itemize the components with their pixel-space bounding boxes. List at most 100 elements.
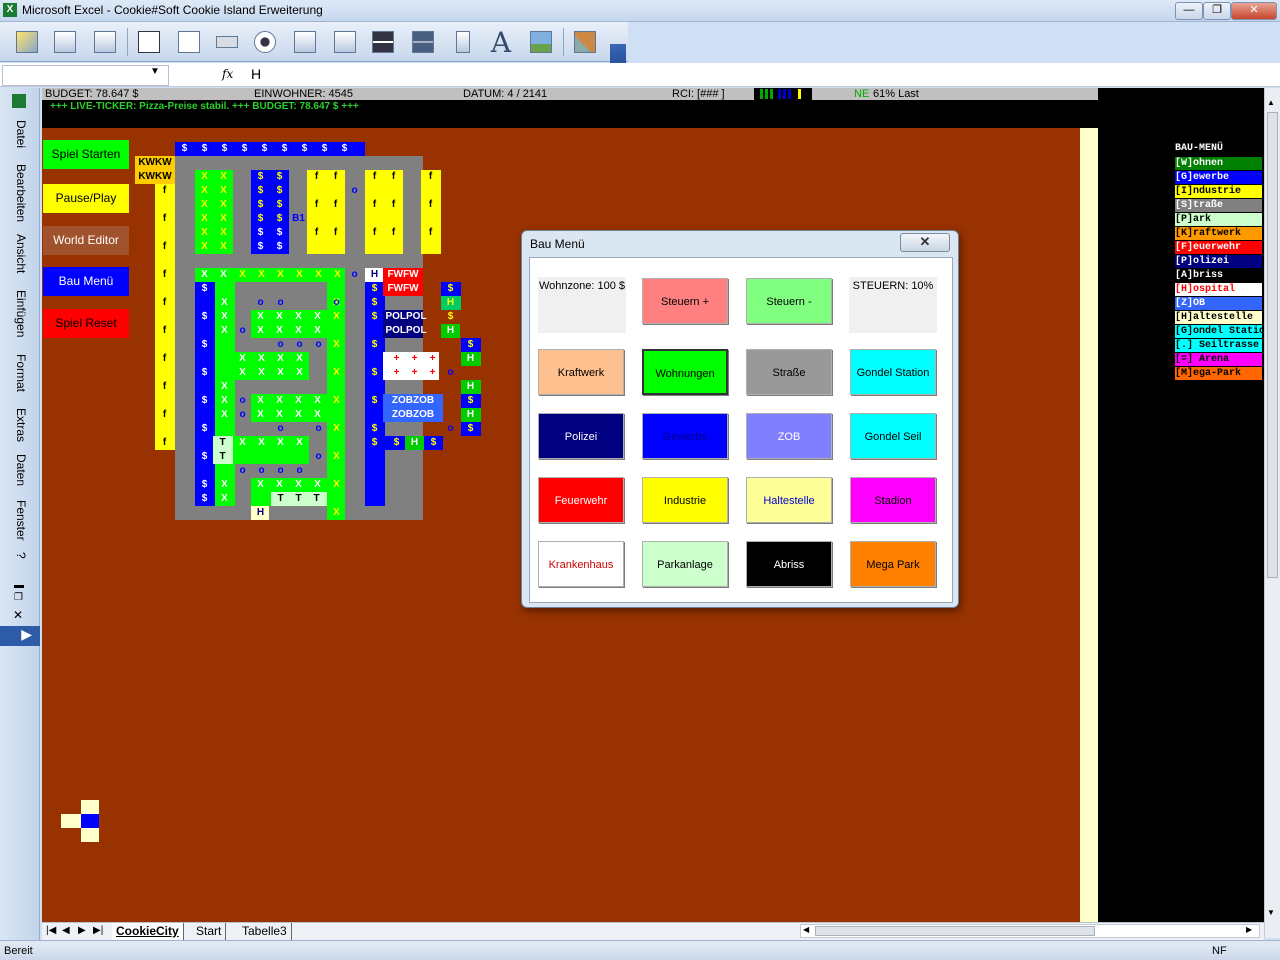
- kraftwerk-button[interactable]: Kraftwerk: [538, 349, 624, 395]
- spiel-reset-button[interactable]: Spiel Reset: [43, 309, 129, 338]
- steuern-minus-button[interactable]: Steuern -: [746, 278, 832, 324]
- field-icon: X: [276, 479, 283, 490]
- checkbox-control-icon[interactable]: [134, 26, 164, 58]
- image-control-icon[interactable]: [526, 26, 556, 58]
- doc-restore-icon[interactable]: ❐: [14, 592, 23, 603]
- last-sheet-icon[interactable]: ▶|: [93, 925, 103, 936]
- stop-icon: o: [315, 451, 322, 462]
- name-box-dropdown-icon[interactable]: ▼: [150, 66, 160, 77]
- menu-help[interactable]: ?: [10, 552, 28, 559]
- option-button-control-icon[interactable]: [250, 26, 280, 58]
- gewerbe-button[interactable]: Gewerbe: [642, 413, 728, 459]
- bau-menu-button[interactable]: Bau Menü: [43, 267, 129, 296]
- bau-list-gewerbe[interactable]: [G]ewerbe: [1175, 171, 1262, 184]
- krankenhaus-button[interactable]: Krankenhaus: [538, 541, 624, 587]
- money-icon: $: [257, 213, 264, 224]
- spin-button-control-icon[interactable]: [408, 26, 438, 58]
- scroll-down-icon[interactable]: ▼: [1267, 908, 1278, 917]
- stop-icon: o: [239, 325, 246, 336]
- parkanlage-button[interactable]: Parkanlage: [642, 541, 728, 587]
- insert-function-icon[interactable]: fx: [222, 67, 233, 81]
- more-controls-icon[interactable]: [570, 26, 600, 58]
- name-box[interactable]: [2, 65, 169, 86]
- stop-icon: o: [277, 465, 284, 476]
- restore-button[interactable]: ❐: [1203, 2, 1231, 20]
- scroll-left-icon[interactable]: ◀: [803, 925, 809, 934]
- bau-list-mega-park[interactable]: [M]ega-Park: [1175, 367, 1262, 380]
- spiel-starten-button[interactable]: Spiel Starten: [43, 140, 129, 169]
- toolbar-chevron-icon[interactable]: ▶: [0, 626, 40, 646]
- pause-play-button[interactable]: Pause/Play: [43, 184, 129, 213]
- scrollbar-thumb[interactable]: [1267, 112, 1278, 578]
- listbox-control-icon[interactable]: [290, 26, 320, 58]
- combobox-control-icon[interactable]: [330, 26, 360, 58]
- minimize-button[interactable]: —: [1175, 2, 1203, 20]
- bau-list-industrie[interactable]: [I]ndustrie: [1175, 185, 1262, 198]
- toggle-button-control-icon[interactable]: [368, 26, 398, 58]
- menu-extras[interactable]: Extras: [10, 408, 28, 442]
- bau-list-arena[interactable]: [=] Arena: [1175, 353, 1262, 366]
- abriss-button[interactable]: Abriss: [746, 541, 832, 587]
- bau-list-feuerwehr[interactable]: [F]euerwehr: [1175, 241, 1262, 254]
- scrollbar-control-icon[interactable]: [448, 26, 478, 58]
- bau-list-abriss[interactable]: [A]briss: [1175, 269, 1262, 282]
- zob-button[interactable]: ZOB: [746, 413, 832, 459]
- menu-format[interactable]: Format: [10, 354, 28, 392]
- factory-icon: f: [391, 227, 396, 238]
- doc-close-icon[interactable]: ✕: [13, 608, 23, 622]
- bau-list-park[interactable]: [P]ark: [1175, 213, 1262, 226]
- gondel-station-button[interactable]: Gondel Station: [850, 349, 936, 395]
- menu-ansicht[interactable]: Ansicht: [10, 234, 28, 273]
- horizontal-scrollbar[interactable]: ◀ ▶: [800, 924, 1260, 938]
- bau-list-kraftwerk[interactable]: [K]raftwerk: [1175, 227, 1262, 240]
- vertical-scrollbar[interactable]: ▲ ▼: [1264, 88, 1280, 938]
- gondel-seil-button[interactable]: Gondel Seil: [850, 413, 936, 459]
- label-control-icon[interactable]: A: [486, 26, 516, 59]
- menu-bearbeiten[interactable]: Bearbeiten: [10, 164, 28, 222]
- bau-list-polizei[interactable]: [P]olizei: [1175, 255, 1262, 268]
- feuerwehr-button[interactable]: Feuerwehr: [538, 477, 624, 523]
- wohnungen-button[interactable]: Wohnungen: [642, 349, 728, 395]
- bau-list-strasse[interactable]: [S]traße: [1175, 199, 1262, 212]
- bau-list-wohnen[interactable]: [W]ohnen: [1175, 157, 1262, 170]
- prev-sheet-icon[interactable]: ◀: [62, 925, 70, 936]
- first-sheet-icon[interactable]: |◀: [46, 925, 56, 936]
- bau-list-gondel-station[interactable]: [G]ondel Station: [1175, 325, 1262, 338]
- stadion-button[interactable]: Stadion: [850, 477, 936, 523]
- scroll-up-icon[interactable]: ▲: [1267, 98, 1278, 107]
- view-code-icon[interactable]: [90, 26, 120, 58]
- design-mode-icon[interactable]: [12, 26, 42, 58]
- menu-fenster[interactable]: Fenster: [10, 500, 28, 541]
- tab-tabelle3[interactable]: Tabelle3: [238, 923, 292, 940]
- tab-start[interactable]: Start: [192, 923, 227, 940]
- hscroll-thumb[interactable]: [815, 926, 1095, 936]
- bau-list-hospital[interactable]: [H]ospital: [1175, 283, 1262, 296]
- datum-status: DATUM: 4 / 2141: [463, 88, 548, 100]
- budget-status: BUDGET: 78.647 $: [45, 88, 139, 100]
- textbox-control-icon[interactable]: [174, 26, 204, 58]
- bau-list-zob[interactable]: [Z]OB: [1175, 297, 1262, 310]
- strasse-button[interactable]: Straße: [746, 349, 832, 395]
- menu-einfuegen[interactable]: Einfügen: [10, 290, 28, 337]
- mega-park-button[interactable]: Mega Park: [850, 541, 936, 587]
- properties-icon[interactable]: [50, 26, 80, 58]
- bau-list-seiltrasse[interactable]: [.] Seiltrasse: [1175, 339, 1262, 352]
- close-window-button[interactable]: ✕: [1231, 2, 1277, 20]
- command-button-control-icon[interactable]: [212, 26, 242, 58]
- menu-datei[interactable]: Datei: [10, 120, 28, 148]
- next-sheet-icon[interactable]: ▶: [78, 925, 86, 936]
- tab-cookiecity[interactable]: CookieCity: [112, 923, 184, 940]
- world-editor-button[interactable]: World Editor: [43, 226, 129, 255]
- industrie-button[interactable]: Industrie: [642, 477, 728, 523]
- bau-list-haltestelle[interactable]: [H]altestelle: [1175, 311, 1262, 324]
- formula-input[interactable]: H: [251, 66, 261, 82]
- haltestelle-button[interactable]: Haltestelle: [746, 477, 832, 523]
- scroll-right-icon[interactable]: ▶: [1246, 925, 1252, 934]
- menu-daten[interactable]: Daten: [10, 454, 28, 486]
- city-map[interactable]: KWKW KWKW FWFW FWFW POLPOL POLPOL + + + …: [135, 142, 481, 522]
- doc-minimize-icon[interactable]: ▬: [14, 580, 24, 591]
- steuern-plus-button[interactable]: Steuern +: [642, 278, 728, 324]
- workbook-icon[interactable]: [12, 94, 26, 108]
- dialog-close-button[interactable]: ✕: [900, 233, 950, 252]
- polizei-button[interactable]: Polizei: [538, 413, 624, 459]
